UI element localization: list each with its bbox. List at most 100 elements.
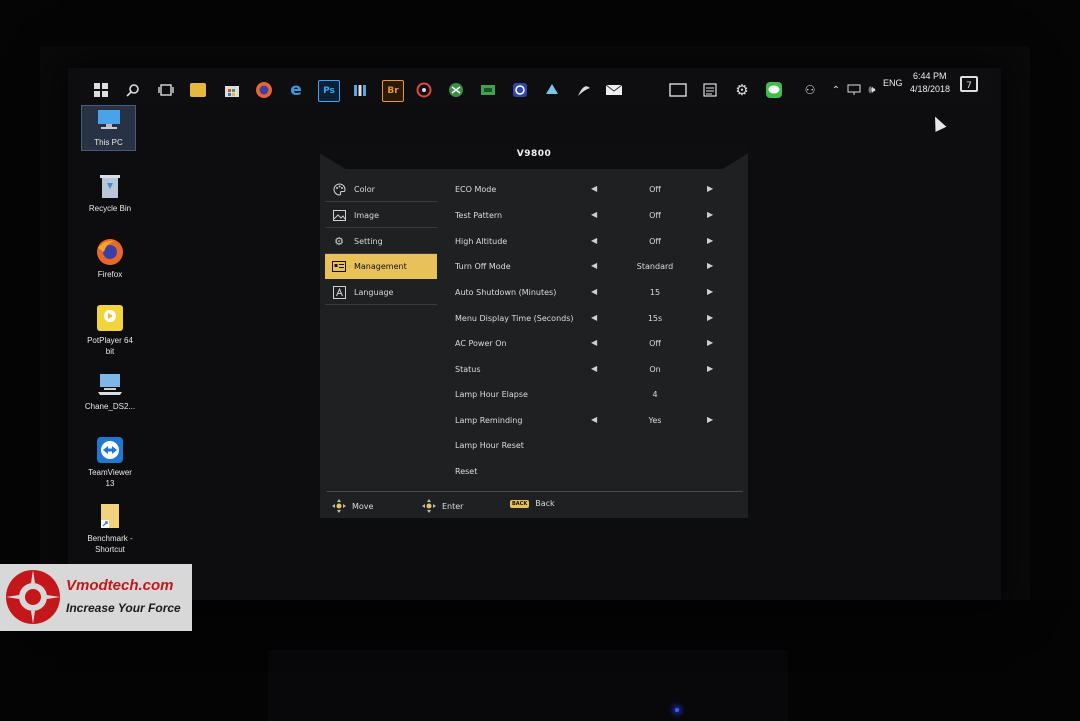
file-explorer-icon[interactable] xyxy=(190,83,206,97)
desktop-icon-label: Chane_DS2... xyxy=(84,402,136,411)
setting-label: Lamp Hour Reset xyxy=(455,441,524,450)
palette-icon xyxy=(332,182,346,196)
arrow-right-icon[interactable]: ▶ xyxy=(707,236,713,245)
menu-item-label: Management xyxy=(354,262,407,271)
setting-value: 15 xyxy=(649,288,661,297)
app-icon[interactable] xyxy=(446,80,466,100)
edge-icon[interactable]: e xyxy=(286,80,306,100)
desktop-icon-potplayer[interactable]: PotPlayer 64 bit xyxy=(82,304,138,357)
people-icon[interactable]: ⚇ xyxy=(800,80,820,100)
desktop-icon-label: Shortcut xyxy=(95,545,125,554)
language-indicator[interactable]: ENG xyxy=(883,78,903,88)
arrow-right-icon[interactable]: ▶ xyxy=(707,364,713,373)
footer-enter: Enter xyxy=(422,499,463,513)
setting-row-turn-off-mode[interactable]: Turn Off Mode ◀ Standard ▶ xyxy=(455,258,735,278)
desktop-icon-firefox[interactable]: Firefox xyxy=(82,238,138,280)
app-icon[interactable] xyxy=(478,80,498,100)
language-icon xyxy=(332,285,346,299)
notification-center-icon[interactable]: 7 xyxy=(960,76,978,92)
setting-label: Lamp Reminding xyxy=(455,416,523,425)
setting-value: Yes xyxy=(648,416,662,425)
footer-back-label: Back xyxy=(535,499,555,508)
recycle-bin-icon xyxy=(95,172,125,200)
task-view-icon[interactable] xyxy=(156,80,176,100)
bridge-icon[interactable]: Br xyxy=(382,80,404,102)
app-icon[interactable] xyxy=(700,80,720,100)
setting-row-lamp-hour-reset[interactable]: Lamp Hour Reset xyxy=(455,437,735,457)
setting-value: 15s xyxy=(647,314,663,323)
app-icon[interactable] xyxy=(574,80,594,100)
arrow-left-icon[interactable]: ◀ xyxy=(591,287,597,296)
arrow-left-icon[interactable]: ◀ xyxy=(591,184,597,193)
desktop-icon-benchmark[interactable]: Benchmark - Shortcut xyxy=(82,502,138,555)
setting-label: High Altitude xyxy=(455,237,508,246)
mail-icon[interactable] xyxy=(604,80,624,100)
desktop-icon-chane[interactable]: Chane_DS2... xyxy=(82,370,138,412)
arrow-right-icon[interactable]: ▶ xyxy=(707,313,713,322)
chevron-up-icon[interactable]: ⌃ xyxy=(826,80,846,100)
desktop-icon-label: Firefox xyxy=(97,270,123,279)
setting-label: Auto Shutdown (Minutes) xyxy=(455,288,557,297)
arrow-left-icon[interactable]: ◀ xyxy=(591,236,597,245)
menu-item-management[interactable]: Management xyxy=(325,254,437,279)
gear-icon: ⚙ xyxy=(334,234,344,248)
menu-item-label: Language xyxy=(354,287,394,297)
setting-row-eco-mode[interactable]: ECO Mode ◀ Off ▶ xyxy=(455,181,735,201)
app-icon[interactable] xyxy=(350,80,370,100)
setting-value: On xyxy=(649,365,661,374)
arrow-right-icon[interactable]: ▶ xyxy=(707,184,713,193)
setting-row-reset[interactable]: Reset xyxy=(455,463,735,483)
menu-item-setting[interactable]: ⚙ Setting xyxy=(325,229,437,254)
arrow-left-icon[interactable]: ◀ xyxy=(591,415,597,424)
store-icon[interactable] xyxy=(222,80,242,100)
arrow-right-icon[interactable]: ▶ xyxy=(707,210,713,219)
vmodtech-logo xyxy=(4,567,62,627)
photoshop-icon[interactable]: Ps xyxy=(318,80,340,102)
setting-row-lamp-reminding[interactable]: Lamp Reminding ◀ Yes ▶ xyxy=(455,412,735,432)
desktop-icon-recycle-bin[interactable]: Recycle Bin xyxy=(82,172,138,214)
menu-item-label: Color xyxy=(354,184,375,194)
osd-title: V9800 xyxy=(516,149,552,159)
line-icon[interactable] xyxy=(764,80,784,100)
app-icon[interactable] xyxy=(542,80,562,100)
menu-item-language[interactable]: Language xyxy=(325,280,437,305)
setting-value: Standard xyxy=(636,262,674,271)
management-icon xyxy=(332,260,346,274)
desktop-icon-teamviewer[interactable]: TeamViewer 13 xyxy=(82,436,138,489)
app-icon[interactable] xyxy=(510,80,530,100)
window-icon[interactable] xyxy=(668,80,688,100)
network-icon[interactable] xyxy=(844,80,864,100)
arrow-right-icon[interactable]: ▶ xyxy=(707,287,713,296)
desktop-icon-this-pc[interactable]: This PC xyxy=(81,105,136,151)
windows-start-icon[interactable] xyxy=(91,80,111,100)
setting-value: Off xyxy=(649,237,661,246)
arrow-right-icon[interactable]: ▶ xyxy=(707,415,713,424)
setting-row-test-pattern[interactable]: Test Pattern ◀ Off ▶ xyxy=(455,207,735,227)
app-icon[interactable] xyxy=(414,80,434,100)
arrow-left-icon[interactable]: ◀ xyxy=(591,261,597,270)
setting-label: AC Power On xyxy=(455,339,507,348)
gear-icon[interactable]: ⚙ xyxy=(732,80,752,100)
desktop-icon-label: 13 xyxy=(105,479,115,488)
setting-row-status[interactable]: Status ◀ On ▶ xyxy=(455,361,735,381)
menu-item-image[interactable]: Image xyxy=(325,203,437,228)
arrow-left-icon[interactable]: ◀ xyxy=(591,313,597,322)
setting-row-menu-display-time[interactable]: Menu Display Time (Seconds) ◀ 15s ▶ xyxy=(455,310,735,330)
image-icon xyxy=(332,208,346,222)
arrow-right-icon[interactable]: ▶ xyxy=(707,338,713,347)
clock-date[interactable]: 4/18/2018 xyxy=(910,84,950,94)
menu-item-color[interactable]: Color xyxy=(325,177,437,202)
arrow-left-icon[interactable]: ◀ xyxy=(591,364,597,373)
arrow-left-icon[interactable]: ◀ xyxy=(591,338,597,347)
teamviewer-icon xyxy=(95,436,125,464)
volume-icon[interactable]: 🕪 xyxy=(862,80,882,100)
search-icon[interactable] xyxy=(123,80,143,100)
setting-row-high-altitude[interactable]: High Altitude ◀ Off ▶ xyxy=(455,233,735,253)
setting-row-auto-shutdown[interactable]: Auto Shutdown (Minutes) ◀ 15 ▶ xyxy=(455,284,735,304)
arrow-right-icon[interactable]: ▶ xyxy=(707,261,713,270)
clock-time[interactable]: 6:44 PM xyxy=(913,71,947,81)
arrow-left-icon[interactable]: ◀ xyxy=(591,210,597,219)
setting-row-ac-power-on[interactable]: AC Power On ◀ Off ▶ xyxy=(455,335,735,355)
status-led xyxy=(675,708,679,712)
firefox-icon[interactable] xyxy=(254,80,274,100)
